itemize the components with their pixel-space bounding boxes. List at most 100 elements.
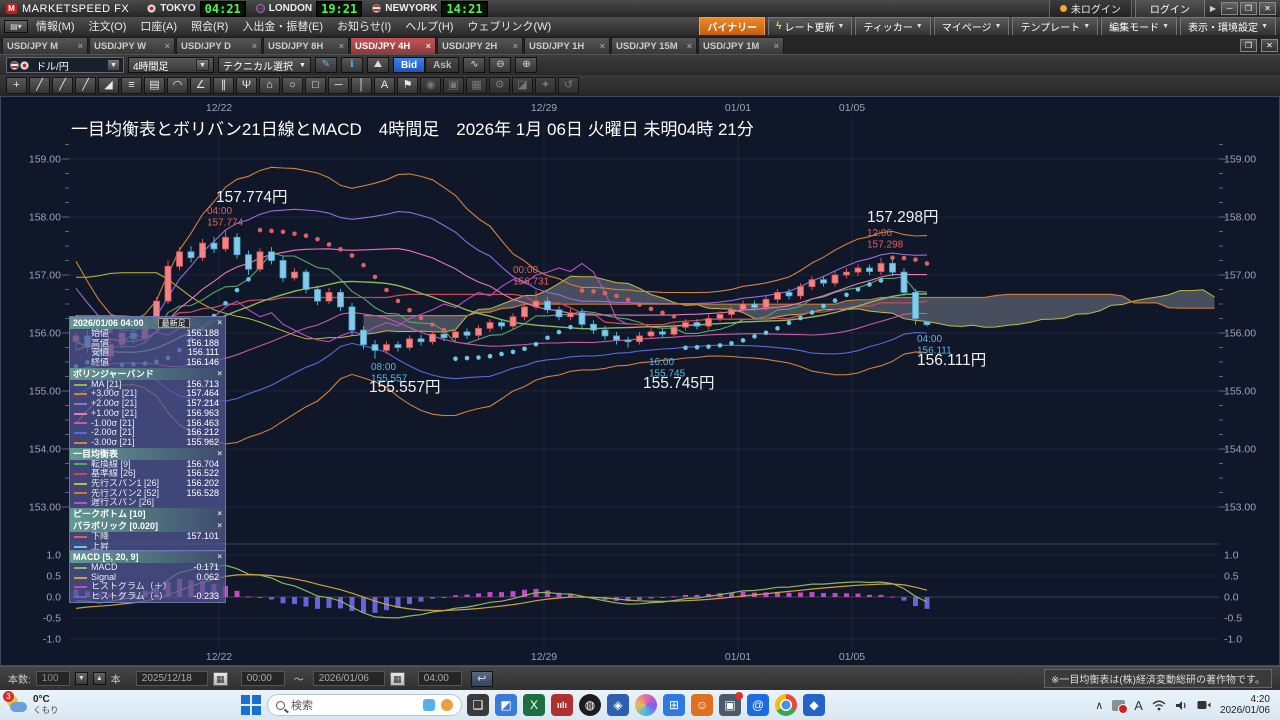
to-date-input[interactable]: 2026/01/06	[313, 671, 385, 686]
tab-close-icon[interactable]: ×	[252, 41, 257, 51]
tab-usd-jpy-d[interactable]: USD/JPY D×	[176, 37, 262, 54]
technical-select[interactable]: テクニカル選択▼	[218, 57, 311, 73]
menu-item[interactable]: ヘルプ(H)	[405, 18, 453, 34]
area-chart-icon[interactable]: ⛰	[367, 57, 389, 73]
crosshair-tool[interactable]: +	[6, 77, 27, 94]
to-time-input[interactable]: 04:00	[418, 671, 462, 686]
hlines3-tool[interactable]: ≡	[121, 77, 142, 94]
count-up-icon[interactable]: ▲	[93, 672, 106, 685]
key-tool[interactable]: ✦	[535, 77, 556, 94]
eraser-tool[interactable]: ◪	[512, 77, 533, 94]
menu-item[interactable]: 照会(R)	[191, 18, 228, 34]
trendline2-tool[interactable]: ╱	[52, 77, 73, 94]
menubar-button[interactable]: ϟレート更新▼	[768, 17, 852, 36]
task-view-icon[interactable]: ❑	[467, 694, 489, 716]
fan-tool[interactable]: ∠	[190, 77, 211, 94]
marketspeed-icon[interactable]: ıılı	[551, 694, 573, 716]
group-tool[interactable]: ▦	[466, 77, 487, 94]
tab-usd-jpy-w[interactable]: USD/JPY W×	[89, 37, 175, 54]
vlines-tool[interactable]: ∥	[213, 77, 234, 94]
tab-close-icon[interactable]: ×	[513, 41, 518, 51]
tray-clock[interactable]: 4:20 2026/01/06	[1220, 694, 1270, 716]
tab-close-icon[interactable]: ×	[774, 41, 779, 51]
close-icon[interactable]: ✕	[1259, 2, 1276, 15]
menu-item[interactable]: 入出金・振替(E)	[242, 18, 323, 34]
camera-icon[interactable]	[1197, 700, 1211, 710]
hline-tool[interactable]: ─	[328, 77, 349, 94]
pencil-icon[interactable]: ✎	[315, 57, 337, 73]
menu-item[interactable]: 口座(A)	[140, 18, 177, 34]
from-calendar-icon[interactable]: ▦	[213, 672, 228, 686]
pitchfork-tool[interactable]: Ψ	[236, 77, 257, 94]
bar-count-input[interactable]: 100	[36, 671, 70, 686]
speaker-icon[interactable]	[1175, 700, 1188, 711]
wrench-tool[interactable]: ⚙	[489, 77, 510, 94]
restore-icon[interactable]: ❐	[1240, 2, 1257, 15]
hlines4-tool[interactable]: ▤	[144, 77, 165, 94]
menubar-button[interactable]: バイナリー	[699, 17, 765, 36]
chart-area[interactable]: 159.00159.00158.00158.00157.00157.00156.…	[0, 96, 1280, 666]
fib-arc-tool[interactable]: ◠	[167, 77, 188, 94]
panel-close-icon[interactable]: ×	[217, 448, 222, 460]
tab-close-icon[interactable]: ×	[78, 41, 83, 51]
wifi-icon[interactable]	[1152, 700, 1166, 711]
trendline3-tool[interactable]: ╱	[75, 77, 96, 94]
store-icon[interactable]: ⊞	[663, 694, 685, 716]
text-tool[interactable]: A	[374, 77, 395, 94]
tab-usd-jpy-1m[interactable]: USD/JPY 1M×	[698, 37, 784, 54]
pentagon-tool[interactable]: ⌂	[259, 77, 280, 94]
minimize-icon[interactable]: －	[1221, 2, 1238, 15]
photo-app-icon[interactable]: ▣	[719, 694, 741, 716]
zoom-out-icon[interactable]: ⊖	[489, 57, 511, 73]
dark-app-icon[interactable]: ◍	[579, 694, 601, 716]
from-date-input[interactable]: 2025/12/18	[136, 671, 208, 686]
support-app-icon[interactable]: ☺	[691, 694, 713, 716]
dot-tool[interactable]: ◉	[420, 77, 441, 94]
macd-legend-panel[interactable]: MACD [5, 20, 9]×MACD-0.171Signal0.062ヒスト…	[69, 550, 226, 603]
menu-item[interactable]: お知らせ(I)	[337, 18, 391, 34]
start-button[interactable]	[240, 694, 262, 716]
indicator-legend-panel[interactable]: 2026/01/06 04:00最新足×始値156.188高値156.188安値…	[69, 316, 226, 552]
tab-usd-jpy-2h[interactable]: USD/JPY 2H×	[437, 37, 523, 54]
chrome-icon[interactable]	[775, 694, 797, 716]
tab-usd-jpy-8h[interactable]: USD/JPY 8H×	[263, 37, 349, 54]
panel-close-icon[interactable]: ×	[217, 368, 222, 380]
trendline-tool[interactable]: ╱	[29, 77, 50, 94]
tab-close-icon[interactable]: ×	[687, 41, 692, 51]
tab-usd-jpy-m[interactable]: USD/JPY M×	[2, 37, 88, 54]
menubar-button[interactable]: ティッカー▼	[855, 17, 930, 36]
ask-toggle[interactable]: Ask	[425, 57, 459, 73]
menu-item[interactable]: 注文(O)	[89, 18, 127, 34]
excel-icon[interactable]: X	[523, 694, 545, 716]
tab-close-icon[interactable]: ×	[339, 41, 344, 51]
copy-tool[interactable]: ▣	[443, 77, 464, 94]
tab-close-icon[interactable]: ×	[426, 41, 431, 51]
menubar-button[interactable]: 編集モード▼	[1101, 17, 1177, 36]
count-down-icon[interactable]: ▼	[75, 672, 88, 685]
timeframe-select[interactable]: 4時間足▼	[128, 57, 214, 73]
info-icon[interactable]: ℹ	[341, 57, 363, 73]
from-time-input[interactable]: 00:00	[241, 671, 285, 686]
ime-mode-icon[interactable]: A	[1134, 698, 1143, 713]
login-button[interactable]: ログイン	[1135, 0, 1205, 18]
copilot-icon[interactable]	[635, 694, 657, 716]
currency-pair-select[interactable]: ドル/円▼	[6, 57, 124, 73]
tab-usd-jpy-4h[interactable]: USD/JPY 4H×	[350, 37, 436, 54]
photos-icon[interactable]: ◩	[495, 694, 517, 716]
vline-tool[interactable]: │	[351, 77, 372, 94]
tray-chevron-icon[interactable]: ∧	[1095, 699, 1103, 712]
taskbar-search[interactable]: 検索	[267, 694, 462, 716]
circle-tool[interactable]: ○	[282, 77, 303, 94]
menubar-button[interactable]: テンプレート▼	[1012, 17, 1098, 36]
login-expand-arrow[interactable]: ▶	[1208, 4, 1218, 13]
menu-item[interactable]: ウェブリンク(W)	[467, 18, 551, 34]
candle-style-icon[interactable]: ∿	[463, 57, 485, 73]
menu-item[interactable]: 情報(M)	[36, 18, 75, 34]
to-calendar-icon[interactable]: ▦	[390, 672, 405, 686]
ruler-tool[interactable]: ◢	[98, 77, 119, 94]
tab-close-icon[interactable]: ✕	[1261, 39, 1278, 52]
blue-app-icon[interactable]: ◆	[803, 694, 825, 716]
undo-tool[interactable]: ↺	[558, 77, 579, 94]
zoom-in-icon[interactable]: ⊕	[515, 57, 537, 73]
rect-tool[interactable]: □	[305, 77, 326, 94]
